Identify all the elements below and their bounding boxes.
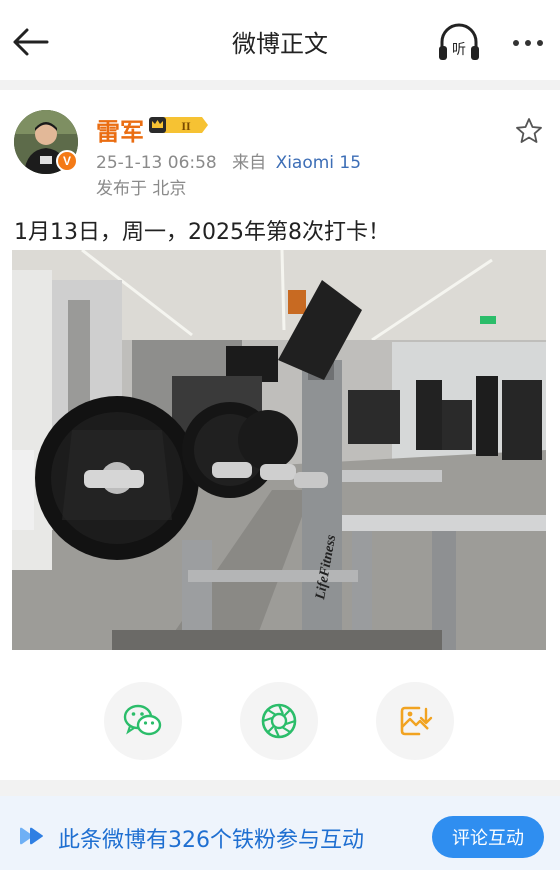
fan-interaction-text: 此条微博有326个铁粉参与互动 <box>58 828 364 853</box>
post-meta: 25-1-13 06:58 来自 Xiaomi 15 <box>96 148 361 173</box>
share-moments-button[interactable] <box>240 682 318 760</box>
save-image-button[interactable] <box>376 682 454 760</box>
vip-crown-badge: II <box>148 114 210 136</box>
source-label: 来自 <box>232 153 267 173</box>
post-location: 发布于 北京 <box>96 179 187 199</box>
source-device-link[interactable]: Xiaomi 15 <box>276 153 362 173</box>
verified-badge: V <box>56 150 78 172</box>
star-icon <box>516 118 542 143</box>
save-image-icon <box>400 706 433 736</box>
listen-button[interactable]: 听 <box>436 22 482 64</box>
comment-interact-button[interactable]: 评论互动 <box>432 816 544 858</box>
listen-label: 听 <box>452 42 466 58</box>
more-options-button[interactable] <box>504 22 552 64</box>
post-image[interactable]: LifeFitness <box>12 250 546 650</box>
post-body-text: 1月13日，周一，2025年第8次打卡！ <box>14 220 390 245</box>
headphones-icon: 听 <box>439 23 479 60</box>
wechat-icon <box>123 704 162 736</box>
fan-interaction-bar: 此条微博有326个铁粉参与互动 评论互动 <box>0 796 560 870</box>
author-name[interactable]: 雷军 <box>96 112 144 147</box>
post-time: 25-1-13 06:58 <box>96 153 217 173</box>
dot-icon <box>513 40 519 46</box>
top-nav-bar: 微博正文 听 <box>0 0 560 80</box>
dot-icon <box>525 40 531 46</box>
favorite-button[interactable] <box>514 116 544 146</box>
dot-icon <box>537 40 543 46</box>
post-card: V 雷军 II 25-1-13 06:58 来自 Xiaomi 15 发布于 北… <box>0 90 560 780</box>
share-wechat-button[interactable] <box>104 682 182 760</box>
fans-icon <box>20 827 43 845</box>
vip-level: II <box>181 119 191 133</box>
gym-photo: LifeFitness <box>12 250 546 650</box>
moments-icon <box>261 703 297 739</box>
